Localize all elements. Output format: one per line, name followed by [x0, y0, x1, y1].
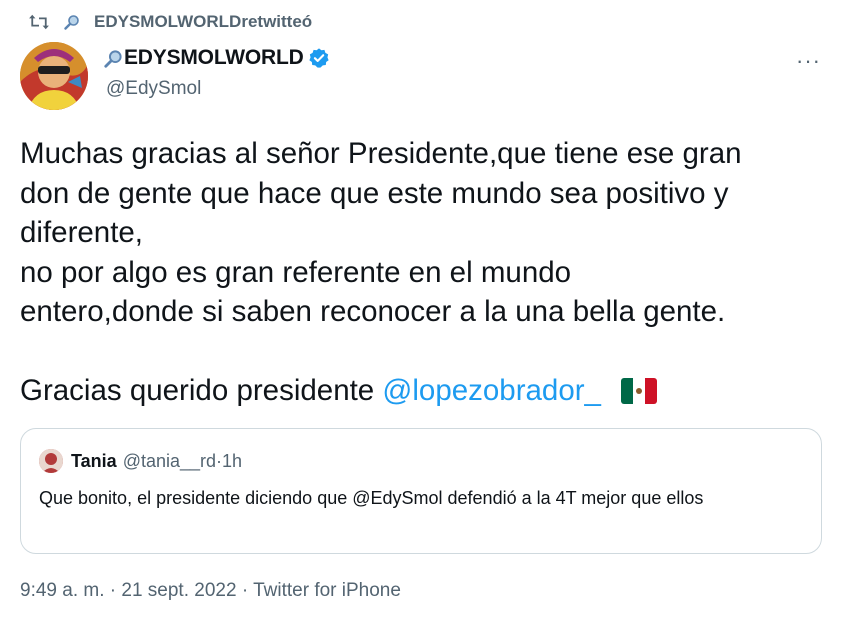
author-name[interactable]: EDYSMOLWORLD — [124, 46, 304, 70]
retweet-icon — [29, 14, 49, 30]
quote-text: Que bonito, el presidente diciendo que @… — [39, 488, 704, 508]
quote-avatar-icon — [39, 449, 63, 473]
tweet-metadata: 9:49 a. m. · 21 sept. 2022 · Twitter for… — [20, 580, 401, 602]
magnifier-emoji-icon — [104, 49, 122, 68]
author-handle[interactable]: @EdySmol — [106, 78, 201, 100]
verified-badge-icon — [308, 48, 329, 68]
quote-tweet-card[interactable]: Tania @tania__rd · 1h Que bonito, el pre… — [20, 428, 822, 554]
quote-author-name[interactable]: Tania — [71, 451, 117, 472]
tweet-line: don de gente que hace que este mundo sea… — [20, 176, 729, 210]
tweet-source[interactable]: Twitter for iPhone — [253, 580, 401, 601]
tweet-date[interactable]: 21 sept. 2022 — [121, 580, 236, 601]
retweet-suffix: retwitteó — [241, 12, 313, 31]
tweet-line: diferente, — [20, 216, 143, 249]
tweet-text: Muchas gracias al señor Presidente,que t… — [20, 134, 832, 411]
meta-separator: · — [236, 580, 254, 601]
quote-header: Tania @tania__rd · 1h — [39, 449, 242, 473]
quote-avatar[interactable] — [39, 449, 63, 473]
tweet-closing-line: Gracias querido presidente @lopezobrador… — [20, 371, 832, 411]
tweet-line: Muchas gracias al señor Presidente,que t… — [20, 137, 742, 170]
tweet-line: no por algo es gran referente en el mund… — [20, 255, 572, 289]
tweet-line: entero,donde si saben reconocer a la una… — [20, 295, 726, 328]
tweet-time[interactable]: 9:49 a. m. — [20, 580, 105, 601]
avatar-icon — [20, 42, 88, 110]
magnifier-emoji-icon — [64, 15, 79, 30]
retweet-user[interactable]: EDYSMOLWORLD — [94, 12, 241, 32]
quote-author-handle[interactable]: @tania__rd — [123, 451, 216, 472]
more-options-button[interactable]: ··· — [796, 48, 821, 74]
tweet-closing-text: Gracias querido presidente — [20, 374, 383, 407]
mexico-flag-icon — [621, 378, 658, 404]
meta-separator: · — [104, 580, 122, 601]
quote-time[interactable]: 1h — [222, 451, 242, 472]
avatar[interactable] — [20, 42, 88, 110]
mention-link[interactable]: @lopezobrador_ — [382, 374, 601, 407]
author-name-row[interactable]: EDYSMOLWORLD — [104, 46, 330, 70]
retweet-header[interactable]: EDYSMOLWORLD retwitteó — [28, 8, 312, 36]
